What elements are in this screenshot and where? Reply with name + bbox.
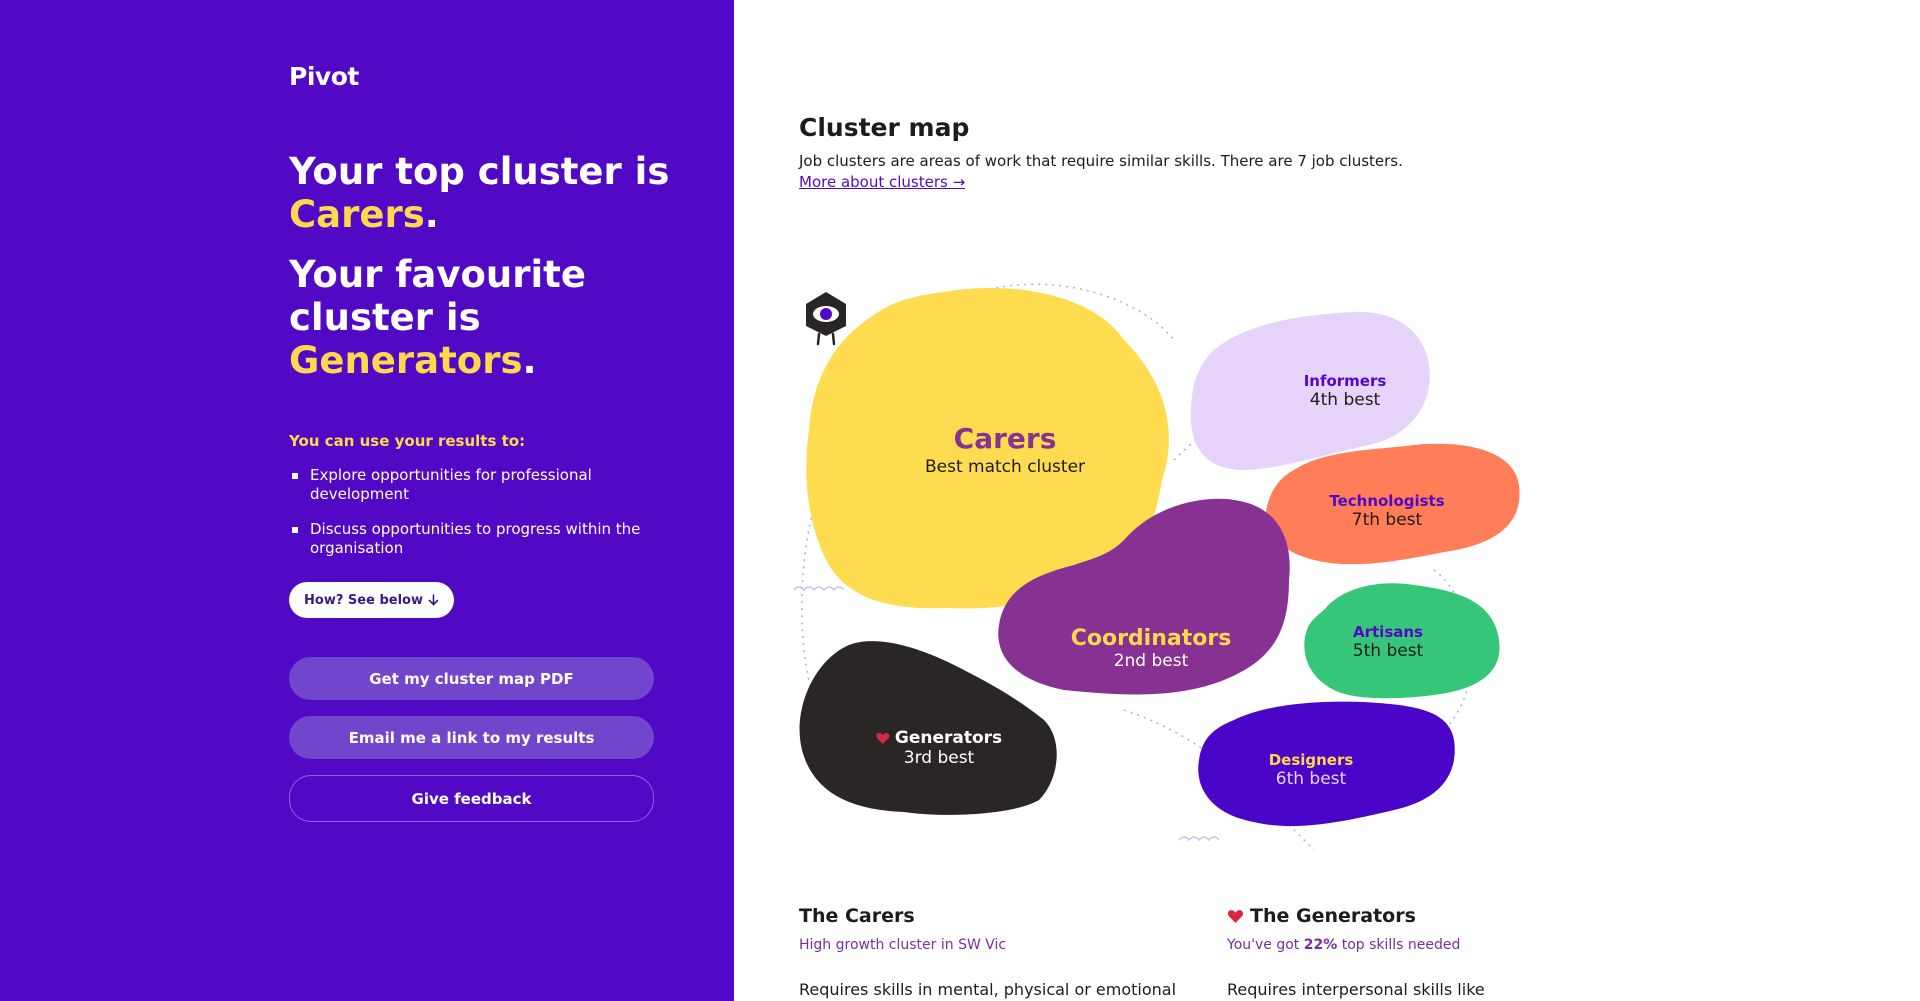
favourite-cluster-heading: Your favourite cluster is Generators. [289,253,689,382]
favourite-cluster-name: Generators [289,339,523,382]
artisans-rank: 5th best [1352,641,1424,661]
coordinators-label: Coordinators 2nd best [1071,626,1232,671]
carers-card-title: The Carers [799,905,1199,927]
period: . [522,339,537,382]
cluster-map-description: Job clusters are areas of work that requ… [799,152,1403,170]
generators-label: Generators 3rd best [876,728,1002,768]
generators-rank: 3rd best [903,748,975,768]
subtitle-prefix: You've got [1227,937,1300,953]
how-button-label: How? See below [304,592,423,608]
uses-list: Explore opportunities for professional d… [289,466,669,574]
carers-name: Carers [953,422,1057,455]
email-link-button[interactable]: Email me a link to my results [289,716,654,759]
generators-card-subtitle: You've got 22% top skills needed [1227,937,1627,953]
cluster-map: Carers Best match cluster Informers 4th … [793,270,1614,860]
carers-card: The Carers High growth cluster in SW Vic… [799,905,1199,1001]
heart-icon [876,732,890,744]
artisans-name: Artisans [1353,623,1423,641]
how-see-below-button[interactable]: How? See below [289,582,454,618]
informers-label: Informers 4th best [1304,372,1387,410]
carers-rank: Best match cluster [924,457,1086,477]
cluster-map-graphic [793,283,1520,851]
generators-name-row: Generators [876,728,1002,748]
designers-label: Designers 6th best [1269,751,1354,789]
eye-mascot-icon [806,292,846,346]
artisans-label: Artisans 5th best [1353,623,1423,661]
period: . [424,193,439,236]
generators-card-title: The Generators [1227,905,1627,927]
technologists-rank: 7th best [1351,510,1423,530]
carers-card-subtitle: High growth cluster in SW Vic [799,937,1007,953]
generators-card-title-text: The Generators [1250,905,1416,927]
technologists-label: Technologists 7th best [1329,492,1444,530]
pivot-logo[interactable]: Pivot [289,62,359,91]
generators-card: The Generators You've got 22% top skills… [1227,905,1627,1001]
designers-name: Designers [1268,751,1354,769]
informers-rank: 4th best [1309,390,1381,410]
cluster-map-title: Cluster map [799,113,970,142]
carers-label: Carers Best match cluster [925,422,1085,477]
top-cluster-prefix: Your top cluster is [289,150,670,193]
list-item: Explore opportunities for professional d… [289,466,669,504]
coordinators-rank: 2nd best [1113,651,1189,671]
generators-name: Generators [894,728,1003,748]
subtitle-suffix: top skills needed [1341,937,1461,953]
coordinators-name: Coordinators [1070,626,1232,651]
arrow-down-icon [428,594,439,606]
list-item: Discuss opportunities to progress within… [289,520,669,558]
get-pdf-button[interactable]: Get my cluster map PDF [289,657,654,700]
give-feedback-button[interactable]: Give feedback [289,775,654,822]
top-cluster-heading: Your top cluster is Carers. [289,150,689,236]
uses-title: You can use your results to: [289,432,526,450]
technologists-name: Technologists [1329,492,1445,510]
generators-card-body: Requires interpersonal skills like [1227,980,1485,999]
carers-card-body: Requires skills in mental, physical or e… [799,980,1177,999]
informers-name: Informers [1303,372,1387,390]
favourite-cluster-prefix: Your favourite cluster is [289,253,586,339]
designers-rank: 6th best [1275,769,1347,789]
more-about-clusters-link[interactable]: More about clusters → [799,173,965,191]
top-cluster-name: Carers [289,193,425,236]
left-panel: Pivot Your top cluster is Carers. Your f… [0,0,734,1001]
carers-card-title-text: The Carers [799,905,915,927]
heart-icon [1227,909,1244,923]
subtitle-value: 22% [1303,937,1338,953]
